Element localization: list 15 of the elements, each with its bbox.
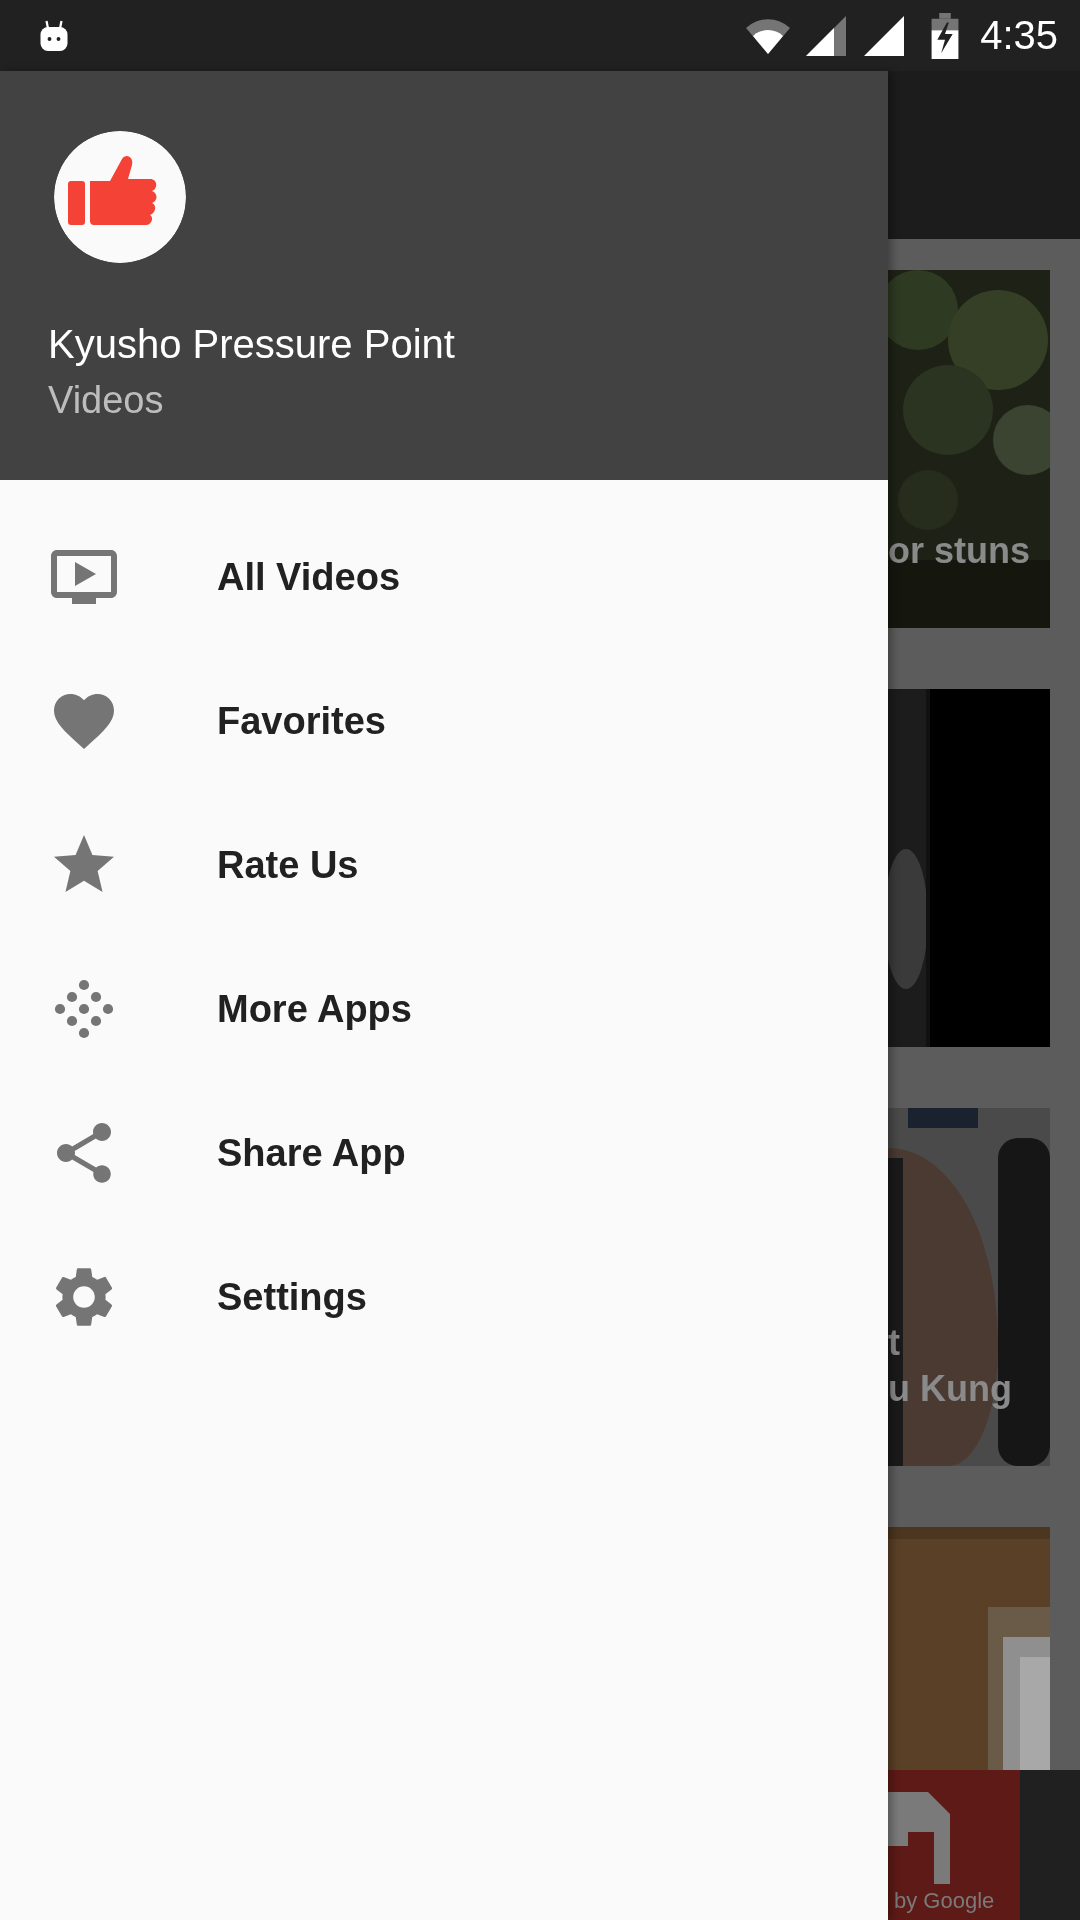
video-title: t	[888, 1321, 901, 1365]
thumbs-up-avatar-icon	[54, 131, 186, 263]
menu-item[interactable]: Rate Us	[0, 793, 888, 937]
menu-item[interactable]: Favorites	[0, 649, 888, 793]
battery-charging-icon	[930, 12, 961, 59]
menu-item[interactable]: All Videos	[0, 505, 888, 649]
app-title: Kyusho Pressure Point	[48, 321, 456, 367]
app-subtitle: Videos	[48, 378, 165, 423]
video-title: u Kung	[888, 1367, 1012, 1411]
menu-item[interactable]: Settings	[0, 1225, 888, 1369]
clock-time: 4:35	[980, 13, 1058, 58]
menu-item[interactable]: More Apps	[0, 937, 888, 1081]
ad-text: by Google	[894, 1888, 995, 1914]
menu-item[interactable]: Share App	[0, 1081, 888, 1225]
video-title: or stuns	[888, 529, 1030, 573]
